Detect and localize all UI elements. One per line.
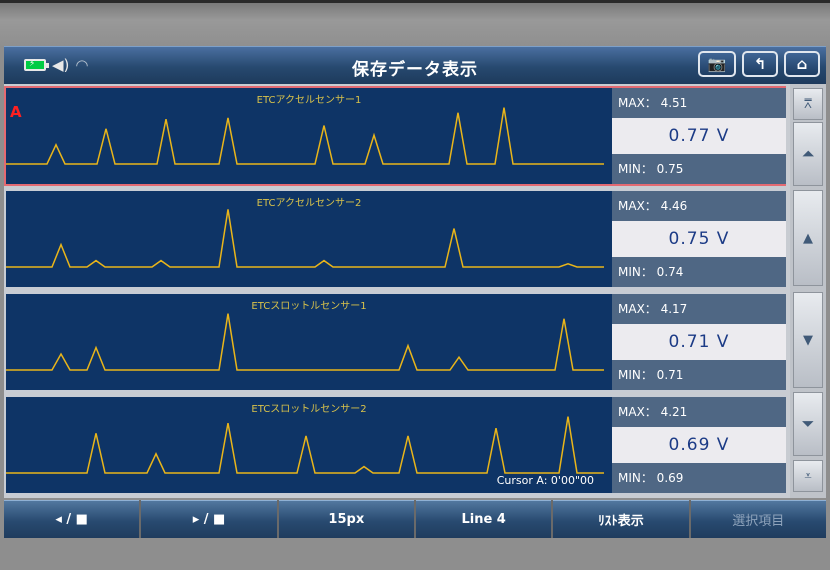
device-bezel <box>0 0 830 46</box>
page-up-icon: ⏶ <box>801 144 815 163</box>
data-panel: ETCアクセルセンサー1 A MAX： 4.51 0.77 V MIN： 0.7… <box>4 84 790 498</box>
min-value: MIN： 0.69 <box>618 471 684 485</box>
current-value: 0.71 V <box>612 324 786 360</box>
play-forward-button[interactable]: ▸ / ■ <box>141 500 277 538</box>
play-reverse-button[interactable]: ◂ / ■ <box>4 500 140 538</box>
sensor-row-2[interactable]: ETCアクセルセンサー2 MAX： 4.46 0.75 V MIN： 0.74 <box>4 189 786 289</box>
waveform-trace <box>6 416 604 474</box>
cursor-readout: Cursor A: 0'00"00 <box>496 474 594 487</box>
screen-capture-button[interactable]: 📷 <box>698 51 736 77</box>
waveform-graph[interactable]: ETCアクセルセンサー2 <box>6 191 612 287</box>
scroll-down-icon: ▼ <box>803 332 813 348</box>
page-down-button[interactable]: ⏷ <box>793 392 823 456</box>
min-value: MIN： 0.71 <box>618 368 684 382</box>
line-count-button[interactable]: Line 4 <box>415 500 552 538</box>
value-panel: MAX： 4.51 0.77 V MIN： 0.75 <box>612 88 786 184</box>
waveform-graph[interactable]: ETCスロットルセンサー1 <box>6 294 612 390</box>
scroll-top-icon: ⩞ <box>804 96 812 112</box>
value-panel: MAX： 4.21 0.69 V MIN： 0.69 <box>612 397 786 493</box>
sensor-row-1[interactable]: ETCアクセルセンサー1 A MAX： 4.51 0.77 V MIN： 0.7… <box>4 86 786 186</box>
sensor-row-4[interactable]: ETCスロットルセンサー2 Cursor A: 0'00"00 MAX： 4.2… <box>4 395 786 495</box>
current-value: 0.69 V <box>612 427 786 463</box>
current-value: 0.77 V <box>612 118 786 154</box>
waveform-trace <box>6 313 604 371</box>
home-button[interactable]: ⌂ <box>784 51 820 77</box>
value-panel: MAX： 4.17 0.71 V MIN： 0.71 <box>612 294 786 390</box>
graph-title: ETCスロットルセンサー2 <box>251 404 367 415</box>
scale-button[interactable]: 15px <box>278 500 414 538</box>
max-value: MAX： 4.17 <box>618 302 688 316</box>
scroll-bottom-icon: ⩡ <box>804 468 812 484</box>
waveform-trace <box>6 107 604 165</box>
graph-title: ETCスロットルセンサー1 <box>251 301 367 312</box>
bottom-toolbar: ◂ / ■ ▸ / ■ 15px Line 4 ﾘｽﾄ表示 選択項目 <box>4 500 826 538</box>
min-value: MIN： 0.74 <box>618 265 684 279</box>
waveform-graph[interactable]: ETCスロットルセンサー2 Cursor A: 0'00"00 <box>6 397 612 493</box>
title-bar: ⚡ ◀) ◠ 保存データ表示 📷 ↰ ⌂ <box>4 46 826 84</box>
home-icon: ⌂ <box>796 55 808 73</box>
waveform-trace <box>6 209 604 268</box>
max-value: MAX： 4.21 <box>618 405 688 419</box>
cursor-marker-label: A <box>10 103 22 121</box>
list-view-button[interactable]: ﾘｽﾄ表示 <box>553 500 689 538</box>
max-value: MAX： 4.46 <box>618 199 688 213</box>
page-down-icon: ⏷ <box>801 414 815 433</box>
value-panel: MAX： 4.46 0.75 V MIN： 0.74 <box>612 191 786 287</box>
page-up-button[interactable]: ⏶ <box>793 122 823 186</box>
scroll-up-button[interactable]: ▲ <box>793 190 823 286</box>
current-value: 0.75 V <box>612 221 786 257</box>
camera-icon: 📷 <box>707 55 727 73</box>
back-button[interactable]: ↰ <box>742 51 778 77</box>
graph-title: ETCアクセルセンサー1 <box>256 95 362 106</box>
scroll-down-button[interactable]: ▼ <box>793 292 823 388</box>
scroll-up-icon: ▲ <box>803 230 813 246</box>
vertical-scrollbar: ⩞ ⏶ ▲ ▼ ⏷ ⩡ <box>790 84 826 498</box>
back-arrow-icon: ↰ <box>753 55 767 73</box>
max-value: MAX： 4.51 <box>618 96 688 110</box>
scroll-top-button[interactable]: ⩞ <box>793 88 823 120</box>
graph-title: ETCアクセルセンサー2 <box>256 198 362 209</box>
select-items-button[interactable]: 選択項目 <box>690 500 826 538</box>
waveform-graph[interactable]: ETCアクセルセンサー1 A <box>6 88 612 184</box>
sensor-row-3[interactable]: ETCスロットルセンサー1 MAX： 4.17 0.71 V MIN： 0.71 <box>4 292 786 392</box>
scroll-bottom-button[interactable]: ⩡ <box>793 460 823 492</box>
min-value: MIN： 0.75 <box>618 162 684 176</box>
